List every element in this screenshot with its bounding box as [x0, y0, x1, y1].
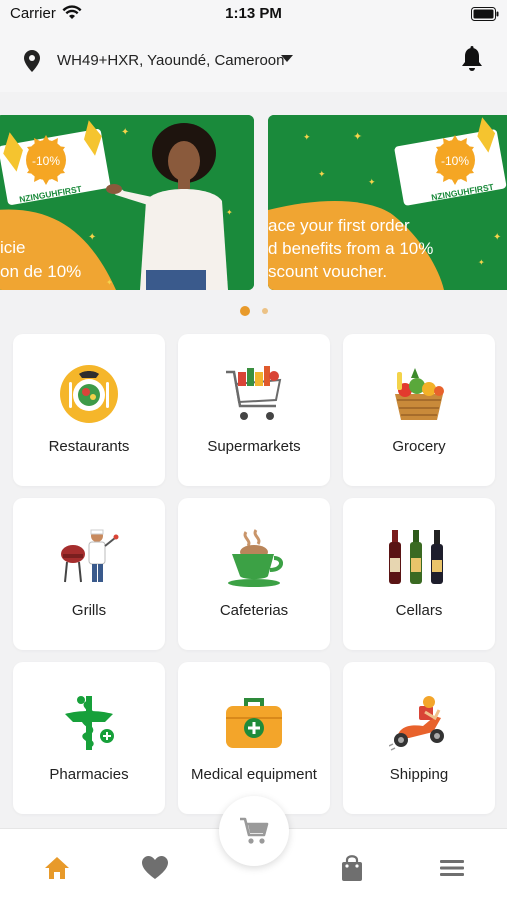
category-label: Restaurants — [48, 438, 130, 455]
svg-text:✦: ✦ — [106, 278, 113, 287]
category-label: Medical equipment — [191, 766, 317, 783]
banner-text-line-3: scount voucher. — [268, 262, 388, 281]
location-bar[interactable]: WH49+HXR, Yaoundé, Cameroon — [0, 30, 507, 92]
svg-text:✦: ✦ — [121, 127, 129, 138]
svg-text:✦: ✦ — [368, 178, 376, 188]
category-label: Shipping — [389, 766, 449, 783]
battery-icon — [471, 7, 499, 21]
svg-text:✦: ✦ — [353, 130, 362, 143]
shopping-cart-icon — [226, 366, 282, 420]
clock-time: 1:13 PM — [225, 5, 282, 22]
promo-banner[interactable]: ✦ ✦ ✦ ✦ ✦ -10% NZINGUHFIRST icie on de 1… — [0, 115, 254, 290]
category-tile-shipping[interactable]: Shipping — [343, 662, 495, 814]
banner-text-line-1: icie — [0, 238, 26, 257]
banner-text-line-1: ace your first order — [268, 216, 410, 235]
category-tile-medical-equipment[interactable]: Medical equipment — [178, 662, 330, 814]
pharmacy-icon — [65, 696, 114, 750]
cart-button[interactable] — [219, 796, 289, 866]
category-label: Grills — [71, 602, 107, 619]
category-label: Supermarkets — [207, 438, 301, 455]
medical-kit-icon — [226, 698, 282, 748]
carousel-indicator — [0, 305, 507, 316]
svg-text:✦: ✦ — [318, 170, 326, 180]
heart-icon[interactable] — [140, 853, 170, 883]
banner-text-line-2: on de 10% — [0, 262, 82, 281]
banner-text-line-2: d benefits from a 10% — [268, 239, 434, 258]
category-label: Pharmacies — [49, 766, 129, 783]
svg-text:✦: ✦ — [303, 133, 311, 143]
svg-text:✦: ✦ — [478, 258, 485, 267]
chevron-down-icon[interactable] — [281, 55, 293, 63]
category-tile-grocery[interactable]: Grocery — [343, 334, 495, 486]
bag-icon[interactable] — [337, 853, 367, 883]
category-tile-restaurants[interactable]: Restaurants — [13, 334, 165, 486]
grocery-basket-icon — [395, 368, 444, 420]
delivery-scooter-icon — [389, 696, 444, 751]
restaurant-icon — [60, 365, 118, 423]
category-tile-supermarkets[interactable]: Supermarkets — [178, 334, 330, 486]
category-tile-cellars[interactable]: Cellars — [343, 498, 495, 650]
status-bar: Carrier 1:13 PM — [0, 0, 507, 30]
home-icon[interactable] — [42, 853, 72, 883]
category-tile-cafeterias[interactable]: Cafeterias — [178, 498, 330, 650]
grill-chef-icon — [61, 529, 119, 583]
category-tile-pharmacies[interactable]: Pharmacies — [13, 662, 165, 814]
wine-bottles-icon — [389, 530, 443, 584]
location-address[interactable]: WH49+HXR, Yaoundé, Cameroon — [57, 52, 284, 69]
location-pin-icon — [24, 50, 40, 72]
banner-discount-badge: -10% — [32, 154, 60, 168]
svg-text:✦: ✦ — [88, 232, 96, 243]
bell-icon[interactable] — [460, 46, 484, 74]
menu-icon[interactable] — [437, 853, 467, 883]
promo-banner[interactable]: ✦ ✦ ✦ ✦ ✦ ✦ -10% NZINGUHFIRST ace your f… — [268, 115, 507, 290]
category-label: Grocery — [392, 438, 446, 455]
svg-text:✦: ✦ — [226, 208, 233, 217]
carousel-dot-active[interactable] — [240, 306, 250, 316]
cart-icon — [240, 817, 269, 844]
banner-discount-badge: -10% — [441, 154, 469, 168]
category-label: Cafeterias — [219, 602, 289, 619]
category-tile-grills[interactable]: Grills — [13, 498, 165, 650]
category-label: Cellars — [395, 602, 443, 619]
svg-text:✦: ✦ — [493, 232, 501, 243]
carousel-dot[interactable] — [262, 308, 268, 314]
coffee-cup-icon — [228, 529, 283, 587]
